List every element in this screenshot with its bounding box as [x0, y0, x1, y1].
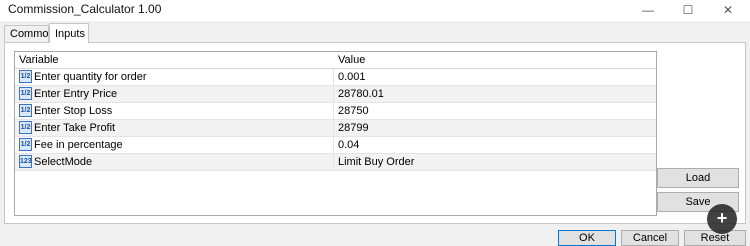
column-header-variable[interactable]: Variable [19, 52, 333, 68]
grid-header: Variable Value [15, 52, 656, 69]
variable-name: Enter Take Profit [34, 122, 116, 134]
variable-value[interactable]: Limit Buy Order [335, 154, 658, 170]
window-title: Commission_Calculator 1.00 [8, 2, 162, 16]
table-row[interactable]: 1/2 Fee in percentage 0.04 [15, 137, 656, 154]
cancel-button[interactable]: Cancel [621, 230, 679, 246]
variable-name: SelectMode [34, 156, 93, 168]
table-row[interactable]: 1/2 Enter Take Profit 28799 [15, 120, 656, 137]
fraction-icon: 1/2 [19, 121, 32, 134]
maximize-button[interactable]: ☐ [668, 0, 708, 21]
fraction-icon: 1/2 [19, 138, 32, 151]
inputs-panel: Variable Value 1/2 Enter quantity for or… [4, 42, 746, 224]
variable-name: Enter Stop Loss [34, 105, 113, 117]
zoom-in-icon[interactable]: + [707, 204, 737, 234]
tab-inputs[interactable]: Inputs [49, 23, 89, 43]
fraction-icon: 1/2 [19, 104, 32, 117]
variable-value[interactable]: 28799 [335, 120, 658, 136]
fraction-icon: 1/2 [19, 87, 32, 100]
table-row[interactable]: 1/2 Enter Entry Price 28780.01 [15, 86, 656, 103]
tab-common[interactable]: Common [4, 25, 55, 42]
variable-value[interactable]: 28750 [335, 103, 658, 119]
variable-value[interactable]: 28780.01 [335, 86, 658, 102]
load-button[interactable]: Load [657, 168, 739, 188]
close-button[interactable]: ✕ [708, 0, 748, 21]
variable-value[interactable]: 0.001 [335, 69, 658, 85]
table-row[interactable]: 1/2 Enter Stop Loss 28750 [15, 103, 656, 120]
variable-name: Enter Entry Price [34, 88, 118, 100]
column-header-value[interactable]: Value [335, 52, 658, 68]
table-row[interactable]: 123 SelectMode Limit Buy Order [15, 154, 656, 171]
fraction-icon: 1/2 [19, 70, 32, 83]
title-bar: Commission_Calculator 1.00 — ☐ ✕ [0, 0, 750, 21]
inputs-grid: Variable Value 1/2 Enter quantity for or… [14, 51, 657, 216]
minimize-button[interactable]: — [628, 0, 668, 21]
integer-icon: 123 [19, 155, 32, 168]
variable-name: Enter quantity for order [34, 71, 147, 83]
table-row[interactable]: 1/2 Enter quantity for order 0.001 [15, 69, 656, 86]
ok-button[interactable]: OK [558, 230, 616, 246]
variable-value[interactable]: 0.04 [335, 137, 658, 153]
variable-name: Fee in percentage [34, 139, 123, 151]
